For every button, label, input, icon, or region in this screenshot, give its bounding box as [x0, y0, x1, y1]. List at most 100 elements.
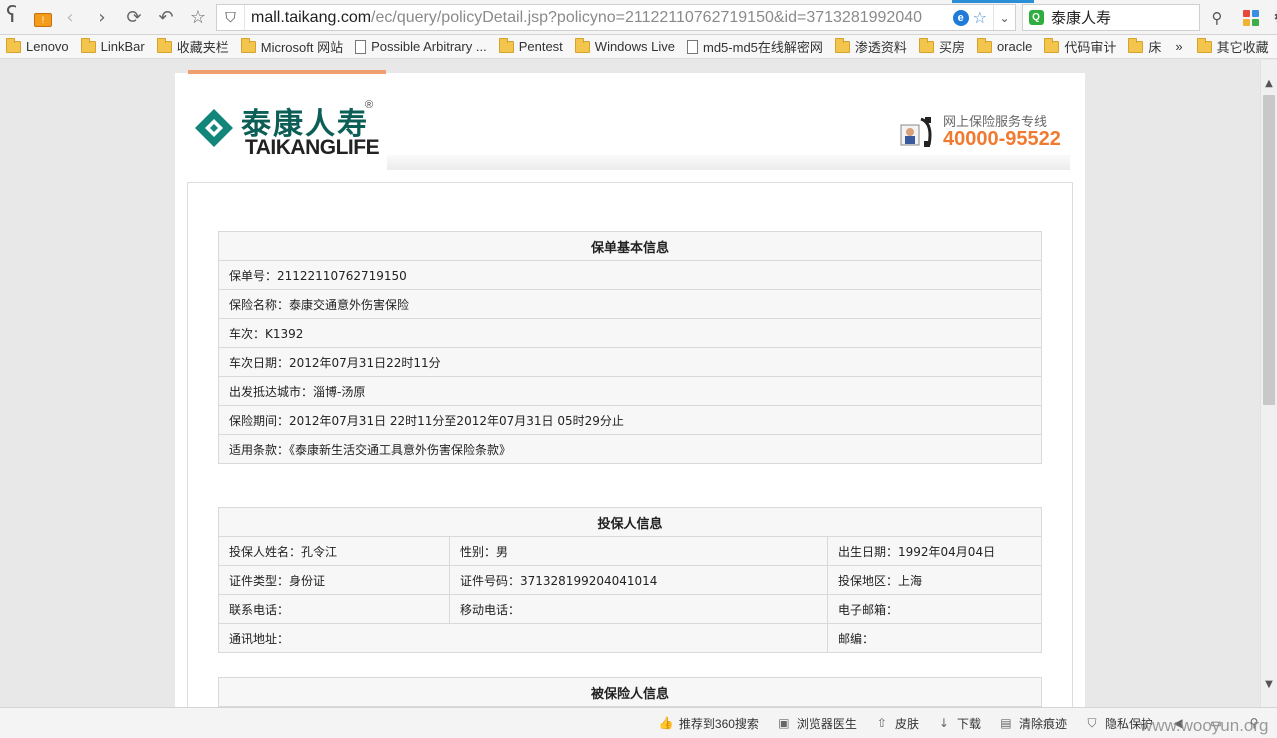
recommend-360-search-button[interactable]: 👍 推荐到360搜索: [659, 715, 759, 732]
skin-button[interactable]: ⇧ 皮肤: [875, 715, 919, 732]
forward-button[interactable]: ›: [86, 0, 118, 35]
id-number-cell: 证件号码：371328199204041014: [449, 565, 828, 595]
header-accent-line: [188, 70, 386, 74]
browser-toolbar: ʕ ! ‹ › ⟳ ↶ ☆ ⛉ mall.taikang.com/ec/quer…: [0, 0, 1277, 35]
bookmark-buy-house[interactable]: 买房: [913, 36, 971, 58]
bookmark-linkbar[interactable]: LinkBar: [75, 36, 151, 58]
bookmark-pentest[interactable]: Pentest: [493, 36, 569, 58]
thumbs-up-icon: 👍: [658, 715, 674, 730]
refresh-button[interactable]: ⟳: [118, 0, 150, 35]
address-bar[interactable]: ⛉ mall.taikang.com/ec/query/policyDetail…: [216, 4, 1016, 31]
scroll-up-arrow-icon[interactable]: ▲: [1261, 76, 1277, 92]
gender-cell: 性别：男: [449, 536, 828, 566]
shirt-icon: ⇧: [876, 715, 887, 730]
table-row: 投保人姓名：孔令江 性别：男 出生日期：1992年04月04日: [218, 536, 1042, 566]
download-arrow-icon: ↓: [938, 715, 949, 730]
bookmark-microsoft[interactable]: Microsoft 网站: [235, 36, 349, 58]
bookmark-pentest-materials[interactable]: 渗透资料: [829, 36, 913, 58]
search-input[interactable]: 泰康人寿: [1049, 7, 1199, 28]
browser-doctor-button[interactable]: ▣ 浏览器医生: [777, 715, 857, 732]
scrollbar-thumb[interactable]: [1263, 95, 1275, 405]
bookmark-code-audit[interactable]: 代码审计: [1038, 36, 1122, 58]
birth-date-cell: 出生日期：1992年04月04日: [827, 536, 1042, 566]
notification-badge-icon: !: [34, 12, 52, 27]
postcode-cell: 邮编：: [827, 623, 1042, 653]
browser-logo[interactable]: ʕ !: [0, 0, 54, 35]
doctor-kit-icon: ▣: [778, 715, 790, 730]
folder-icon: [498, 37, 514, 53]
apps-grid-icon[interactable]: [1243, 9, 1259, 26]
policy-number-row: 保单号：21122110762719150: [218, 260, 1042, 290]
search-engine-selector[interactable]: Q: [1023, 5, 1049, 30]
active-tab-indicator: [952, 0, 1034, 3]
holder-name-cell: 投保人姓名：孔令江: [218, 536, 450, 566]
header-gradient-bar: [387, 155, 1070, 170]
address-cell: 通讯地址：: [218, 623, 828, 653]
folder-icon: [574, 37, 590, 53]
applicable-terms-row: 适用条款：《泰康新生活交通工具意外伤害保险条款》: [218, 434, 1042, 464]
mobile-cell: 移动电话：: [449, 594, 828, 624]
url-dropdown-chevron-icon[interactable]: ⌄: [993, 5, 1015, 30]
folder-icon: [918, 37, 934, 53]
page-icon: [355, 39, 367, 54]
favorite-star-button[interactable]: ☆: [182, 0, 214, 35]
train-date-row: 车次日期：2012年07月31日22时11分: [218, 347, 1042, 377]
insured-title: 被保险人信息: [218, 677, 1042, 707]
trash-icon: ▤: [1000, 715, 1012, 730]
route-cities-row: 出发抵达城市：淄博-汤原: [218, 376, 1042, 406]
bookmark-star-icon[interactable]: ☆: [973, 8, 987, 27]
bookmark-favorites-bar[interactable]: 收藏夹栏: [151, 36, 235, 58]
bookmarks-more-button[interactable]: »: [1167, 39, 1190, 54]
bookmark-lenovo[interactable]: Lenovo: [0, 36, 75, 58]
bookmark-possible-arbitrary[interactable]: Possible Arbitrary ...: [349, 36, 493, 58]
undo-close-button[interactable]: ↶: [150, 0, 182, 35]
table-row: 证件类型：身份证 证件号码：371328199204041014 投保地区：上海: [218, 565, 1042, 595]
policy-basic-table: 保单基本信息 保单号：21122110762719150 保险名称：泰康交通意外…: [218, 231, 1042, 464]
folder-icon: [1196, 37, 1212, 53]
insured-table: 被保险人信息: [218, 677, 1042, 707]
taikang-diamond-logo-icon: [195, 109, 233, 147]
security-shield-icon[interactable]: ⛉: [217, 5, 245, 30]
registered-mark: ®: [365, 99, 374, 111]
folder-icon: [240, 37, 256, 53]
search-engine-icon: Q: [1028, 10, 1044, 25]
table-row: 通讯地址： 邮编：: [218, 623, 1042, 653]
email-cell: 电子邮箱：: [827, 594, 1042, 624]
taikang-logo[interactable]: 泰康人寿 ® TAIKANGLIFE: [193, 99, 383, 159]
coverage-period-row: 保险期间：2012年07月31日 22时11分至2012年07月31日 05时2…: [218, 405, 1042, 435]
folder-icon: [1044, 37, 1060, 53]
folder-icon: [834, 37, 850, 53]
bookmark-oracle[interactable]: oracle: [971, 36, 1038, 58]
insurance-name-row: 保险名称：泰康交通意外伤害保险: [218, 289, 1042, 319]
folder-icon: [156, 37, 172, 53]
search-icon[interactable]: ⚲: [1205, 9, 1229, 27]
policyholder-table: 投保人信息 投保人姓名：孔令江 性别：男 出生日期：1992年04月04日 证件…: [218, 507, 1042, 653]
shield-icon: ⛉: [1087, 715, 1097, 730]
table-row: 联系电话： 移动电话： 电子邮箱：: [218, 594, 1042, 624]
bookmarks-bar: Lenovo LinkBar 收藏夹栏 Microsoft 网站 Possibl…: [0, 35, 1277, 59]
region-cell: 投保地区：上海: [827, 565, 1042, 595]
bookmark-other[interactable]: 其它收藏: [1191, 36, 1275, 58]
train-number-row: 车次：K1392: [218, 318, 1042, 348]
clear-traces-button[interactable]: ▤ 清除痕迹: [999, 715, 1067, 732]
settings-gear-icon[interactable]: ⚙: [1273, 7, 1277, 28]
page-container: 泰康人寿 ® TAIKANGLIFE 网上保险服务专线 40000-95522 …: [175, 70, 1085, 707]
hotline-number: 40000-95522: [943, 128, 1061, 150]
logo-english-text: TAIKANGLIFE: [245, 136, 380, 159]
vertical-scrollbar[interactable]: ▲ ▼: [1260, 60, 1277, 707]
page-icon: [687, 39, 698, 54]
phone-cell: 联系电话：: [218, 594, 450, 624]
back-button[interactable]: ‹: [54, 0, 86, 35]
page-viewport: 泰康人寿 ® TAIKANGLIFE 网上保险服务专线 40000-95522 …: [0, 60, 1260, 707]
bookmark-md5[interactable]: md5-md5在线解密网: [681, 36, 829, 58]
bookmark-bed[interactable]: 床: [1122, 36, 1167, 58]
policy-basic-title: 保单基本信息: [218, 231, 1042, 261]
folder-icon: [976, 37, 992, 53]
download-button[interactable]: ↓ 下载: [937, 715, 981, 732]
ie-mode-icon[interactable]: e: [952, 9, 969, 26]
scroll-down-arrow-icon[interactable]: ▼: [1261, 677, 1277, 693]
url-text[interactable]: mall.taikang.com/ec/query/policyDetail.j…: [245, 9, 953, 27]
bookmark-windows-live[interactable]: Windows Live: [569, 36, 681, 58]
search-box[interactable]: Q 泰康人寿: [1022, 4, 1200, 31]
policyholder-title: 投保人信息: [218, 507, 1042, 537]
